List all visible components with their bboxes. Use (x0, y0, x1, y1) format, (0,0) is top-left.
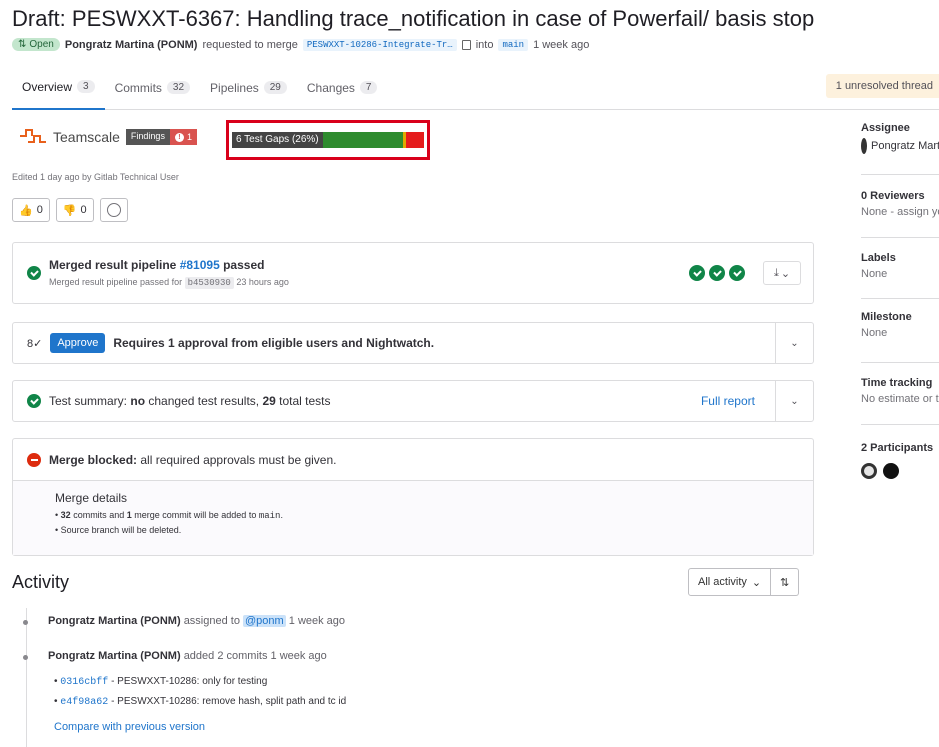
tab-pipelines[interactable]: Pipelines 29 (200, 66, 297, 110)
teamscale-badges: Teamscale Findings ! 1 (18, 128, 197, 146)
commit-sha-link[interactable]: 0316cbff (60, 677, 108, 688)
merge-widget: Merge blocked: all required approvals mu… (12, 438, 814, 556)
page-title: Draft: PESWXXT-6367: Handling trace_noti… (12, 6, 815, 31)
mr-tabs: Overview 3 Commits 32 Pipelines 29 Chang… (12, 66, 939, 110)
merge-details-title: Merge details (55, 491, 128, 505)
download-icon: ⤓ (773, 266, 779, 279)
download-artifacts-button[interactable]: ⤓ ⌄ (763, 261, 801, 285)
approval-widget: 8✓ Approve Requires 1 approval from elig… (12, 322, 814, 364)
merge-detail-branch-delete: • Source branch will be deleted. (55, 525, 182, 535)
commit-sha[interactable]: b4530930 (184, 277, 234, 289)
thumbs-up-icon: 👍 (19, 204, 33, 217)
thumbs-up-button[interactable]: 👍 0 (12, 198, 50, 222)
tab-overview[interactable]: Overview 3 (12, 66, 105, 110)
findings-badge[interactable]: Findings ! 1 (125, 129, 197, 145)
edited-note: Edited 1 day ago by Gitlab Technical Use… (12, 172, 179, 182)
sort-direction-button[interactable]: ⇅ (771, 568, 800, 596)
pipeline-widget: Merged result pipeline #81095 passed Mer… (12, 242, 814, 304)
activity-filter-dropdown[interactable]: All activity ⌄ (688, 568, 772, 596)
success-icon (27, 266, 41, 280)
commit-item: • 0316cbff - PESWXXT-10286: only for tes… (54, 676, 268, 688)
sort-icon: ⇅ (780, 576, 790, 589)
right-sidebar: Assignee Pongratz Martina 0 Reviewers No… (861, 122, 939, 502)
author-name[interactable]: Pongratz Martina (PONM) (65, 39, 198, 51)
chevron-down-icon: ⌄ (780, 267, 791, 280)
target-branch[interactable]: main (498, 38, 529, 51)
alert-icon: ! (174, 132, 184, 142)
avatar (861, 138, 867, 154)
merge-request-icon: ⇅ (18, 39, 27, 50)
approval-icon: 8✓ (27, 337, 43, 350)
milestone-section: Milestone None (861, 311, 912, 339)
tab-commits[interactable]: Commits 32 (105, 66, 200, 110)
teamscale-icon (20, 129, 46, 143)
compare-versions-link[interactable]: Compare with previous version (54, 721, 205, 733)
pipeline-link[interactable]: #81095 (180, 258, 220, 272)
smiley-icon (106, 203, 121, 217)
divider (861, 424, 939, 425)
commit-sha-link[interactable]: e4f98a62 (60, 697, 108, 708)
divider (861, 298, 939, 299)
assignee-section: Assignee Pongratz Martina (861, 122, 939, 154)
status-badge: ⇅ Open (12, 38, 60, 51)
user-mention[interactable]: @ponm (243, 615, 286, 627)
divider (861, 362, 939, 363)
merge-detail-commits: • 32 commits and 1 merge commit will be … (55, 510, 283, 521)
activity-controls: All activity ⌄ ⇅ (688, 568, 800, 596)
labels-section: Labels None (861, 252, 896, 280)
chevron-down-icon: ⌄ (751, 576, 762, 589)
timeline-dot (23, 655, 28, 660)
activity-entry: Pongratz Martina (PONM) assigned to @pon… (48, 615, 346, 627)
source-branch[interactable]: PESWXXT-10286-Integrate-Tr… (302, 38, 457, 51)
blocked-icon (27, 452, 41, 467)
copy-icon[interactable] (461, 39, 471, 50)
activity-entry: Pongratz Martina (PONM) added 2 commits … (48, 650, 327, 662)
reactions: 👍 0 👎 0 (12, 198, 128, 222)
stage-success-icon[interactable] (689, 265, 705, 281)
teamscale-logo[interactable]: Teamscale (18, 128, 120, 146)
pipeline-stages (689, 265, 745, 281)
thumbs-down-button[interactable]: 👎 0 (55, 198, 94, 222)
divider (861, 174, 939, 175)
expand-tests-toggle[interactable]: ⌄ (775, 381, 813, 421)
stage-success-icon[interactable] (709, 265, 725, 281)
divider (861, 237, 939, 238)
expand-approval-toggle[interactable]: ⌄ (775, 323, 813, 363)
activity-heading: Activity (12, 572, 70, 592)
assign-yourself-link[interactable]: None - assign yourself (861, 206, 939, 218)
timeline-dot (23, 620, 28, 625)
stage-success-icon[interactable] (729, 265, 745, 281)
unresolved-threads[interactable]: 1 unresolved thread (825, 74, 939, 98)
participant-avatar[interactable] (883, 463, 899, 479)
commit-item: • e4f98a62 - PESWXXT-10286: remove hash,… (54, 696, 347, 708)
chevron-down-icon: ⌄ (790, 395, 799, 407)
assignee-name[interactable]: Pongratz Martina (871, 140, 939, 152)
add-reaction-button[interactable] (99, 198, 128, 222)
participants-section: 2 Participants (861, 442, 939, 479)
time-tracking-section: Time tracking No estimate or time spent (861, 377, 939, 405)
thumbs-down-icon: 👎 (62, 204, 77, 217)
mr-meta: ⇅ Open Pongratz Martina (PONM) requested… (12, 38, 589, 51)
highlight-box (226, 120, 430, 160)
chevron-down-icon: ⌄ (790, 337, 799, 349)
tab-changes[interactable]: Changes 7 (297, 66, 388, 110)
participant-avatar[interactable] (861, 463, 877, 479)
test-summary-widget: Test summary: no changed test results, 2… (12, 380, 814, 422)
full-report-link[interactable]: Full report (701, 394, 755, 408)
success-icon (27, 394, 41, 408)
approve-button[interactable]: Approve (50, 333, 106, 353)
reviewers-section: 0 Reviewers None - assign yourself (861, 190, 939, 218)
activity-timeline (26, 608, 27, 747)
